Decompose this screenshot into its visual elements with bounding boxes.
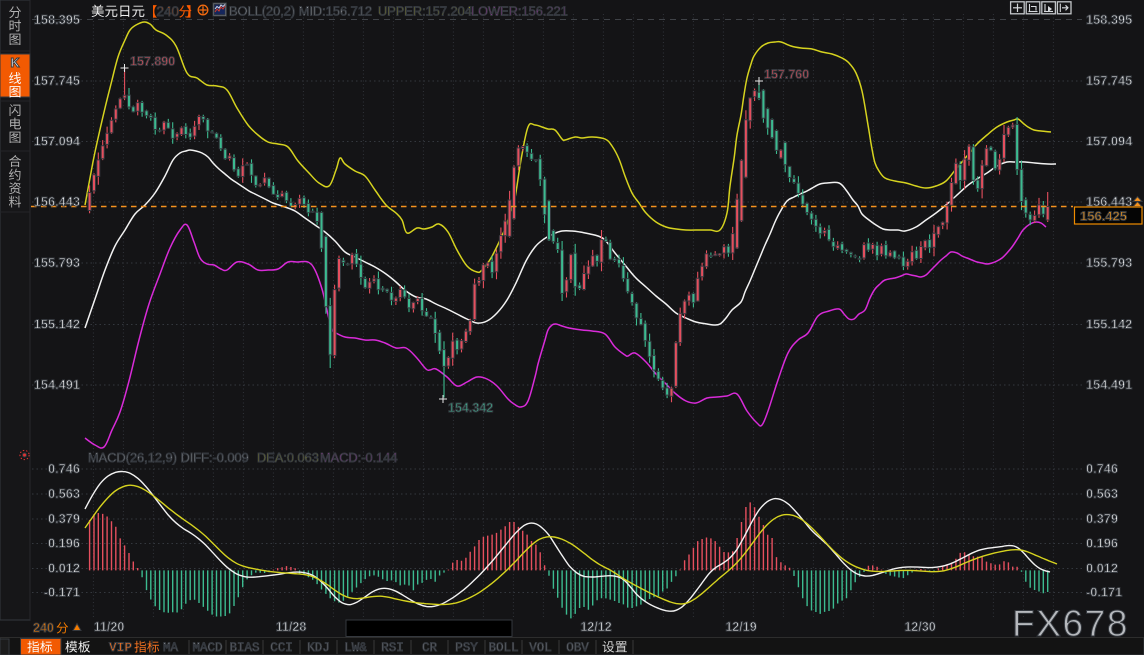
svg-text:MA: MA [163, 641, 179, 655]
svg-text:157.760: 157.760 [764, 68, 809, 82]
svg-text:157.745: 157.745 [1086, 73, 1132, 88]
svg-text:11/20: 11/20 [94, 620, 125, 634]
svg-text:LOWER:156.221: LOWER:156.221 [471, 4, 568, 19]
svg-text:0.012: 0.012 [1086, 561, 1118, 576]
svg-text:MACD:-0.144: MACD:-0.144 [320, 450, 398, 465]
svg-text:BIAS: BIAS [229, 641, 259, 655]
svg-text:VOL: VOL [529, 641, 552, 655]
svg-text:0.379: 0.379 [48, 511, 80, 526]
svg-text:MACD: MACD [192, 641, 222, 655]
svg-text:DEA:0.063: DEA:0.063 [257, 450, 319, 465]
svg-text:11/28: 11/28 [276, 620, 307, 634]
svg-text:240: 240 [33, 621, 54, 635]
svg-text:12/30: 12/30 [904, 620, 935, 634]
svg-text:K: K [10, 56, 19, 70]
svg-text:155.793: 155.793 [1086, 255, 1132, 270]
svg-text:156.443: 156.443 [34, 194, 80, 209]
svg-text:PSY: PSY [455, 641, 478, 655]
svg-text:155.142: 155.142 [1086, 317, 1132, 332]
svg-text:155.793: 155.793 [34, 255, 80, 270]
svg-text:158.395: 158.395 [34, 12, 80, 27]
svg-text:157.745: 157.745 [34, 73, 80, 88]
svg-text:157.890: 157.890 [130, 55, 175, 69]
svg-text:CCI: CCI [270, 641, 293, 655]
svg-text:0.196: 0.196 [1086, 536, 1118, 551]
svg-text:-0.171: -0.171 [1086, 585, 1122, 600]
svg-text:157.094: 157.094 [1086, 134, 1133, 149]
svg-text:0.379: 0.379 [1086, 511, 1118, 526]
svg-text:CR: CR [422, 641, 438, 655]
svg-text:0.746: 0.746 [1086, 461, 1118, 476]
svg-text:240: 240 [157, 4, 180, 19]
svg-text:154.342: 154.342 [448, 401, 493, 415]
svg-text:KDJ: KDJ [307, 641, 330, 655]
svg-text:0.563: 0.563 [1086, 486, 1118, 501]
svg-text:0.196: 0.196 [48, 536, 80, 551]
svg-text:155.142: 155.142 [34, 317, 80, 332]
svg-text:0.746: 0.746 [48, 461, 80, 476]
svg-text:12/19: 12/19 [725, 620, 756, 634]
svg-text:BOLL(20,2) MID:156.712: BOLL(20,2) MID:156.712 [229, 4, 372, 19]
svg-text:154.491: 154.491 [1086, 377, 1132, 392]
svg-text:156.425: 156.425 [1080, 209, 1127, 224]
svg-text:-0.171: -0.171 [44, 585, 80, 600]
svg-text:0.563: 0.563 [48, 486, 80, 501]
svg-text:VIP: VIP [109, 640, 132, 655]
svg-text:RSI: RSI [381, 641, 404, 655]
svg-text:OBV: OBV [566, 641, 589, 655]
svg-text:157.094: 157.094 [34, 134, 81, 149]
svg-text:154.491: 154.491 [34, 377, 80, 392]
svg-text:0.012: 0.012 [48, 561, 80, 576]
svg-text:MACD(26,12,9) DIFF:-0.009: MACD(26,12,9) DIFF:-0.009 [88, 450, 249, 465]
svg-text:UPPER:157.204: UPPER:157.204 [378, 4, 472, 19]
svg-text:BOLL: BOLL [488, 641, 518, 655]
svg-text:LW&: LW& [344, 641, 367, 655]
svg-text:158.395: 158.395 [1086, 12, 1132, 27]
svg-text:12/12: 12/12 [580, 620, 611, 634]
